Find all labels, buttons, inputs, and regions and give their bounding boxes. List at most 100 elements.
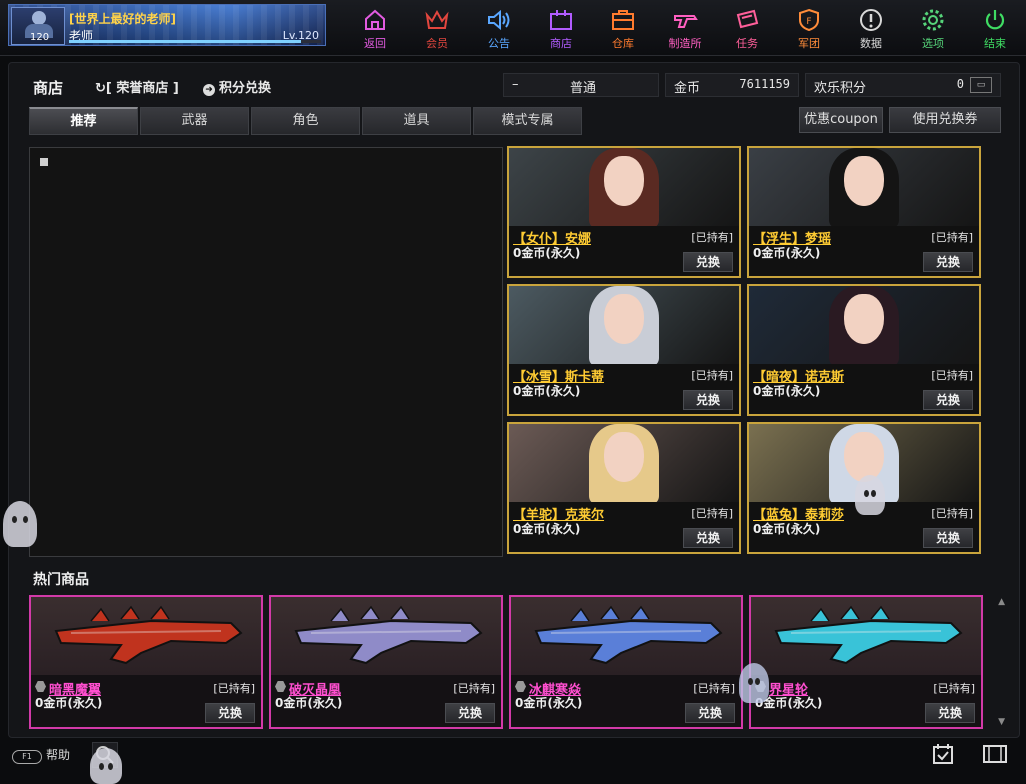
nav-item-5[interactable]: 制造所 [654,4,716,52]
exchange-button[interactable]: 兑换 [683,528,733,548]
category-tabs: 推荐 武器 角色 道具 模式专属 [29,107,582,135]
shop-panel: 商店 ↻[ 荣誉商店 ] ➜ 积分兑换 – 普通 金币 7611159 欢乐积分 … [3,62,1020,738]
hot-item-card[interactable]: 冰麒寒焱 [已持有] 0金币(永久) 兑换 [509,595,743,729]
hot-item-card[interactable]: 界星轮 [已持有] 0金币(永久) 兑换 [749,595,983,729]
shop-title: 商店 [33,79,64,97]
use-voucher-button[interactable]: 使用兑换券 [889,107,1001,133]
nav-item-1[interactable]: 会员 [406,4,468,52]
character-card[interactable]: 【羊驼】克莱尔 [已持有] 0金币(永久) 兑换 [507,422,741,554]
exchange-button[interactable]: 兑换 [685,703,735,723]
tab-4[interactable]: 模式专属 [473,107,582,135]
ghost-mascot [3,501,37,547]
film-icon[interactable] [982,743,1008,765]
shop-icon [548,7,574,33]
power-icon [982,7,1008,33]
featured-banner[interactable] [29,147,503,557]
tab-1[interactable]: 武器 [140,107,249,135]
crown-icon [424,7,450,33]
hot-item-card[interactable]: 暗黑魔翼 [已持有] 0金币(永久) 兑换 [29,595,263,729]
player-avatar: 120 [11,7,65,45]
mode-select[interactable]: – 普通 [503,73,659,97]
price-label: 0金币(永久) [515,696,583,710]
coupon-button[interactable]: 优惠coupon [799,107,883,133]
owned-badge: [已持有] [693,682,735,695]
character-portrait [749,148,979,226]
weapon-image [511,597,741,675]
hot-item-card[interactable]: 破灭晶凰 [已持有] 0金币(永久) 兑换 [269,595,503,729]
exp-bar [69,40,321,43]
help-button[interactable]: F1 帮助 [12,746,70,764]
exchange-button[interactable]: 兑换 [683,390,733,410]
avatar-level: 120 [30,32,50,43]
exchange-button[interactable]: 兑换 [205,703,255,723]
nav-label: 任务 [736,37,758,50]
arrow-circle-icon: ➜ [203,84,215,96]
exchange-button[interactable]: 兑换 [923,390,973,410]
rarity-hex-icon [275,681,286,692]
exchange-button[interactable]: 兑换 [683,252,733,272]
help-key-icon: F1 [12,750,42,764]
speaker-icon [486,7,512,33]
price-label: 0金币(永久) [275,696,343,710]
price-label: 0金币(永久) [753,384,821,398]
weapon-image [751,597,981,675]
player-title: [世界上最好的老师] [69,12,176,26]
points-menu-icon[interactable]: ▭ [970,77,992,93]
banner-indicator[interactable] [40,158,48,166]
owned-badge: [已持有] [691,507,733,520]
tab-0[interactable]: 推荐 [29,107,138,135]
character-card[interactable]: 【冰雪】斯卡蒂 [已持有] 0金币(永久) 兑换 [507,284,741,416]
nav-item-8[interactable]: 数据 [840,4,902,52]
nav-item-3[interactable]: 商店 [530,4,592,52]
nav-item-7[interactable]: F 军团 [778,4,840,52]
points-balance: 欢乐积分 0 ▭ [805,73,1001,97]
nav-label: 公告 [488,37,510,50]
nav-label: 结束 [984,37,1006,50]
gun-icon [672,7,698,33]
main-nav: 返回 会员 公告 商店 仓库 制造所 任务 F 军团 数据 选项 结束 [344,4,1026,52]
owned-badge: [已持有] [453,682,495,695]
nav-label: 数据 [860,37,882,50]
scroll-up-arrow[interactable]: ▲ [998,597,1005,607]
price-label: 0金币(永久) [513,246,581,260]
price-label: 0金币(永久) [513,384,581,398]
points-exchange-link[interactable]: ➜ 积分兑换 [203,77,271,96]
shield-icon: F [796,7,822,33]
tab-2[interactable]: 角色 [251,107,360,135]
nav-item-4[interactable]: 仓库 [592,4,654,52]
exchange-button[interactable]: 兑换 [923,528,973,548]
scroll-down-arrow[interactable]: ▼ [998,717,1005,727]
exchange-button[interactable]: 兑换 [923,252,973,272]
nav-item-9[interactable]: 选项 [902,4,964,52]
ghost-mascot [90,748,122,784]
player-profile[interactable]: 120 [世界上最好的老师] 老师 Lv.120 [8,4,326,46]
owned-badge: [已持有] [933,682,975,695]
character-card[interactable]: 【女仆】安娜 [已持有] 0金币(永久) 兑换 [507,146,741,278]
ticket-icon [734,7,760,33]
gold-balance: 金币 7611159 [665,73,799,97]
nav-item-6[interactable]: 任务 [716,4,778,52]
nav-item-2[interactable]: 公告 [468,4,530,52]
character-card[interactable]: 【暗夜】诺克斯 [已持有] 0金币(永久) 兑换 [747,284,981,416]
nav-label: 选项 [922,37,944,50]
gear-icon [920,7,946,33]
rarity-hex-icon [515,681,526,692]
character-card[interactable]: 【浮生】梦瑶 [已持有] 0金币(永久) 兑换 [747,146,981,278]
nav-label: 军团 [798,37,820,50]
price-label: 0金币(永久) [35,696,103,710]
exchange-button[interactable]: 兑换 [925,703,975,723]
calendar-check-icon[interactable] [932,743,954,765]
nav-label: 制造所 [668,37,702,50]
nav-item-0[interactable]: 返回 [344,4,406,52]
info-icon [858,7,884,33]
honor-shop-link[interactable]: ↻[ 荣誉商店 ] [95,77,179,96]
svg-text:F: F [806,17,811,27]
owned-badge: [已持有] [691,231,733,244]
price-label: 0金币(永久) [753,522,821,536]
tab-3[interactable]: 道具 [362,107,471,135]
weapon-image [271,597,501,675]
nav-item-10[interactable]: 结束 [964,4,1026,52]
rarity-hex-icon [35,681,46,692]
exchange-button[interactable]: 兑换 [445,703,495,723]
top-bar: 120 [世界上最好的老师] 老师 Lv.120 返回 会员 公告 商店 仓库 制造所 任务… [0,0,1026,56]
